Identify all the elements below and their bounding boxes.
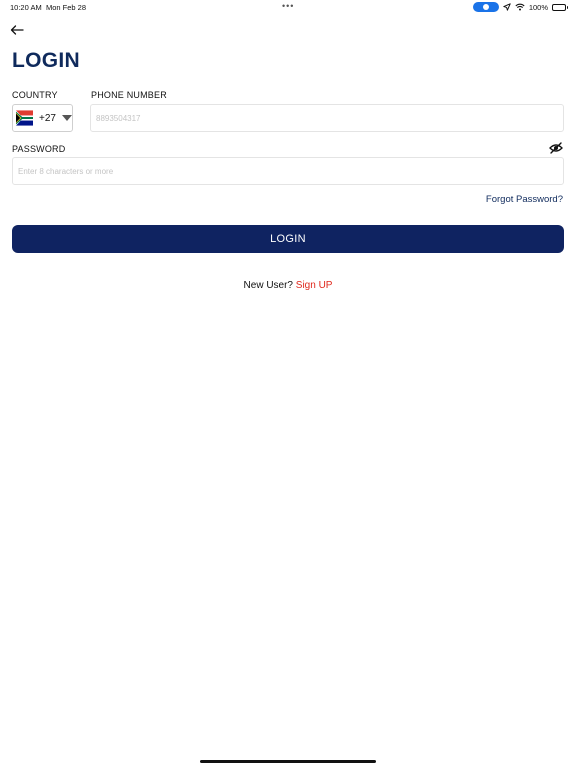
country-code-value: +27 — [39, 112, 56, 124]
phone-number-input[interactable] — [90, 104, 564, 132]
page-title: LOGIN — [12, 49, 80, 72]
status-time: 10:20 AM — [10, 3, 42, 12]
password-label: PASSWORD — [12, 144, 66, 154]
arrow-left-icon — [10, 25, 24, 35]
status-indicators: 100% — [472, 2, 568, 12]
home-indicator[interactable] — [200, 760, 376, 763]
screen-recording-pill-icon — [472, 2, 499, 12]
back-button[interactable] — [9, 23, 25, 37]
battery-icon — [552, 3, 568, 11]
sign-up-link[interactable]: Sign UP — [296, 280, 333, 291]
status-date: Mon Feb 28 — [46, 3, 87, 12]
forgot-password-link[interactable]: Forgot Password? — [486, 194, 563, 205]
wifi-icon — [515, 3, 525, 11]
battery-percent: 100% — [528, 2, 548, 12]
country-label: COUNTRY — [12, 90, 58, 100]
multitasking-dots[interactable]: ••• — [282, 1, 294, 11]
signup-row: New User? Sign UP — [0, 280, 576, 291]
chevron-down-icon — [62, 115, 72, 121]
status-bar: 10:20 AM Mon Feb 28 ••• 100% — [0, 0, 576, 14]
password-input[interactable] — [12, 157, 564, 185]
login-button[interactable]: LOGIN — [12, 225, 564, 253]
eye-slash-icon[interactable] — [549, 142, 563, 154]
country-code-select[interactable]: +27 — [12, 104, 73, 132]
phone-number-label: PHONE NUMBER — [91, 90, 167, 100]
south-africa-flag-icon — [16, 110, 34, 126]
location-arrow-icon — [503, 3, 511, 11]
new-user-text: New User? — [243, 280, 293, 291]
